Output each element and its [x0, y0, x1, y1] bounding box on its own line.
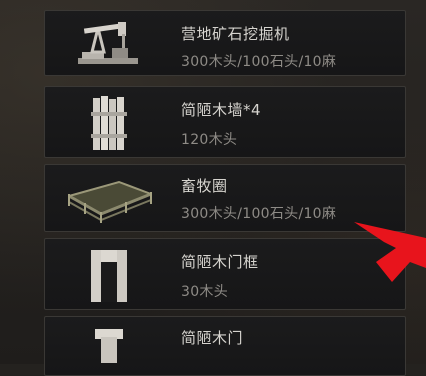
- build-item-livestock-pen[interactable]: 畜牧圈 300木头/100石头/10麻: [44, 164, 406, 232]
- build-item-wood-wall[interactable]: 简陋木墙*4 120木头: [44, 86, 406, 158]
- build-item-wood-door[interactable]: 简陋木门: [44, 316, 406, 376]
- item-cost: 30木头: [181, 284, 229, 300]
- item-name: 简陋木门框: [181, 253, 259, 271]
- item-name: 简陋木墙*4: [181, 101, 262, 119]
- build-item-wood-door-frame[interactable]: 简陋木门框 30木头: [44, 238, 406, 310]
- item-name: 畜牧圈: [181, 177, 228, 195]
- wood-door-icon: [59, 321, 159, 365]
- item-cost: 300木头/100石头/10麻: [181, 206, 337, 222]
- wood-wall-icon: [59, 93, 159, 153]
- build-item-ore-drill[interactable]: 营地矿石挖掘机 300木头/100石头/10麻: [44, 10, 406, 76]
- item-cost: 300木头/100石头/10麻: [181, 54, 337, 70]
- ore-drill-icon: [59, 17, 159, 71]
- build-item-list[interactable]: 营地矿石挖掘机 300木头/100石头/10麻 简陋木墙*4 120木头 畜牧圈…: [44, 0, 406, 376]
- livestock-pen-icon: [59, 171, 159, 227]
- item-cost: 120木头: [181, 132, 238, 148]
- wood-door-frame-icon: [59, 245, 159, 305]
- item-name: 营地矿石挖掘机: [181, 25, 290, 43]
- item-name: 简陋木门: [181, 329, 244, 347]
